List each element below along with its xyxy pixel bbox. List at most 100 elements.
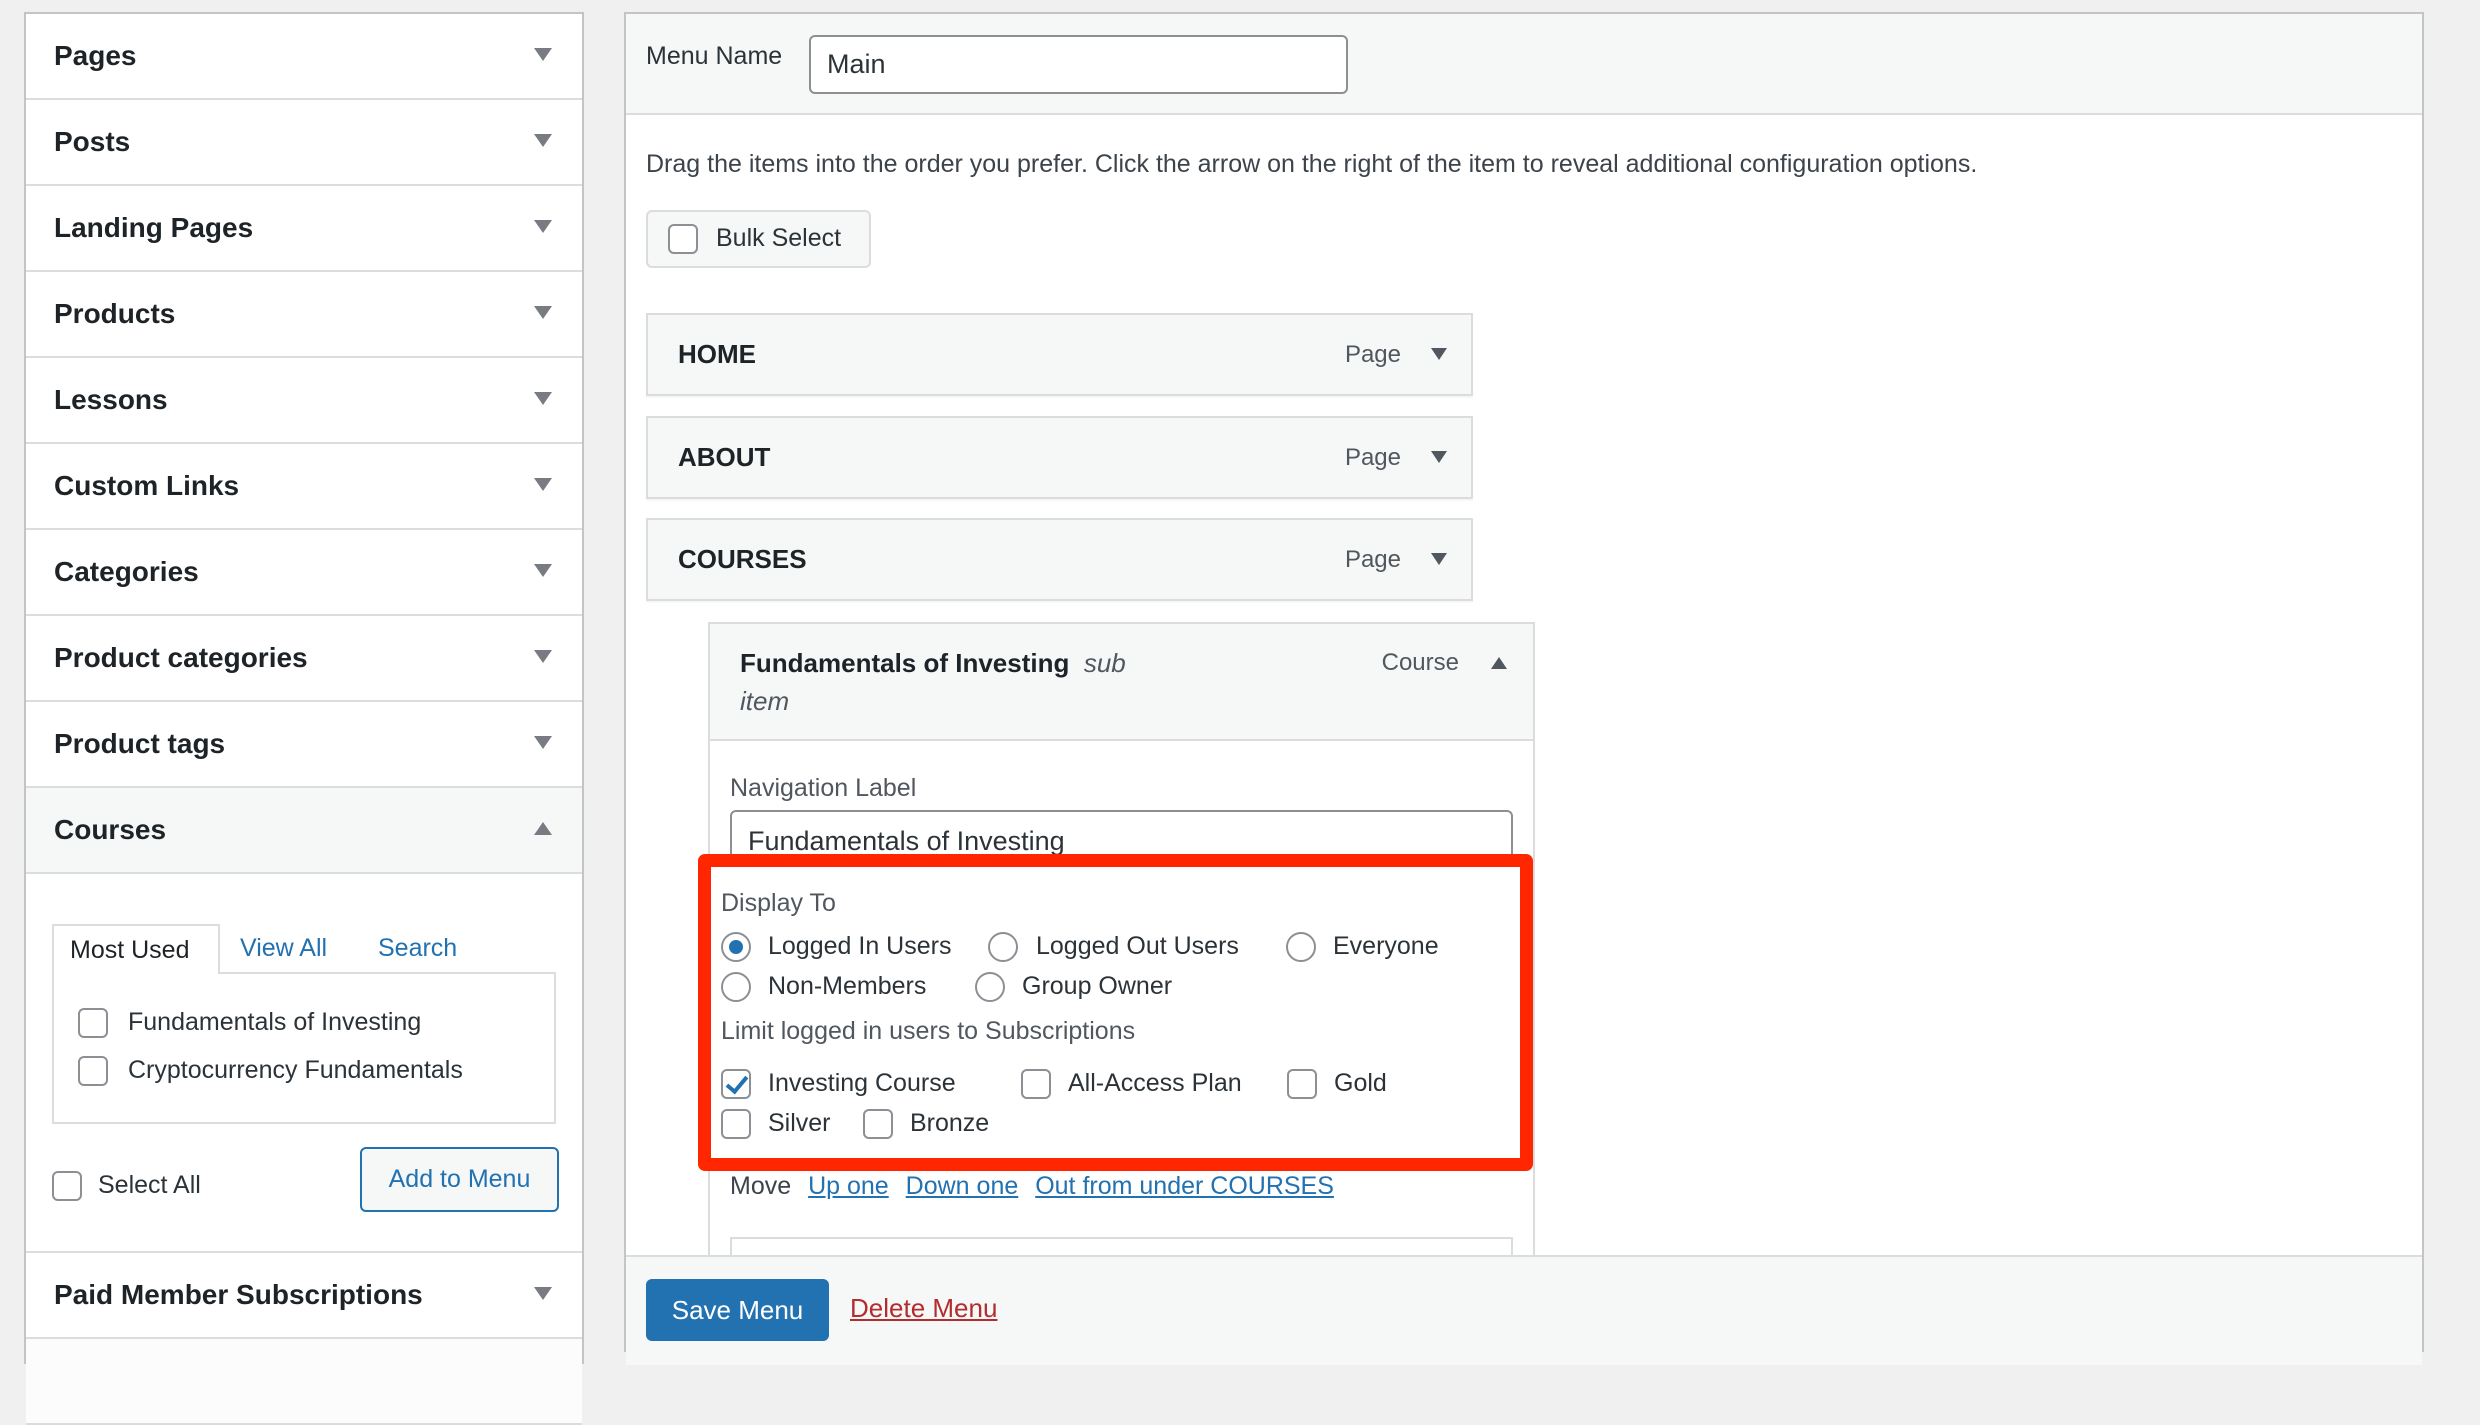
accordion-title: Posts xyxy=(54,126,131,157)
accordion-product-tags[interactable]: Product tags xyxy=(26,702,582,788)
accordion-custom-links[interactable]: Custom Links xyxy=(26,444,582,530)
radio-label: Logged Out Users xyxy=(1036,932,1239,960)
accordion-title: Categories xyxy=(54,556,199,587)
menu-item-courses[interactable]: COURSES Page xyxy=(646,518,1473,601)
subscription-label: Bronze xyxy=(910,1109,990,1137)
accordion-title: Courses xyxy=(54,814,167,845)
instructions-text: Drag the items into the order you prefer… xyxy=(646,150,1978,178)
sub-item-header[interactable]: Fundamentals of Investing sub item Cours… xyxy=(710,624,1533,741)
menu-item-type: Page xyxy=(1344,341,1401,368)
course-label: Cryptocurrency Fundamentals xyxy=(128,1056,463,1084)
menu-item-title: ABOUT xyxy=(678,442,771,472)
subscription-label: Investing Course xyxy=(768,1069,956,1097)
tab-view-all[interactable]: View All xyxy=(240,924,327,972)
move-down-one-link[interactable]: Down one xyxy=(906,1172,1019,1200)
subscription-label: Silver xyxy=(768,1109,831,1137)
accordion-product-categories[interactable]: Product categories xyxy=(26,616,582,702)
sub-item-title: Fundamentals of Investing sub item xyxy=(740,644,1160,720)
radio-everyone[interactable] xyxy=(1286,932,1316,962)
accordion-title: Product tags xyxy=(54,728,226,759)
radio-label: Everyone xyxy=(1333,932,1439,960)
menu-item-title: HOME xyxy=(678,339,756,369)
chevron-up-icon[interactable] xyxy=(534,822,552,835)
menu-item-home[interactable]: HOME Page xyxy=(646,313,1473,396)
menu-header: Menu Name Main xyxy=(626,14,2422,115)
accordion-courses[interactable]: Courses xyxy=(26,788,582,874)
chevron-down-icon[interactable] xyxy=(1431,451,1447,463)
courses-tabs: Most Used View All Search Fundamentals o… xyxy=(52,924,556,1124)
menu-item-about[interactable]: ABOUT Page xyxy=(646,416,1473,499)
chevron-down-icon[interactable] xyxy=(534,134,552,147)
radio-non-members[interactable] xyxy=(721,972,751,1002)
radio-logged-in-users[interactable] xyxy=(721,932,751,962)
limit-subscriptions-title: Limit logged in users to Subscriptions xyxy=(721,1017,1136,1045)
course-checkbox-crypto[interactable] xyxy=(78,1056,108,1086)
subscription-checkbox-bronze[interactable] xyxy=(863,1109,893,1139)
radio-label: Logged In Users xyxy=(768,932,952,960)
chevron-down-icon[interactable] xyxy=(534,306,552,319)
sub-item-name: Fundamentals of Investing xyxy=(740,648,1070,678)
menu-items-sidebar: Pages Posts Landing Pages Products Lesso… xyxy=(24,12,584,1425)
chevron-down-icon[interactable] xyxy=(1431,553,1447,565)
accordion-lessons[interactable]: Lessons xyxy=(26,358,582,444)
menu-name-input[interactable]: Main xyxy=(809,35,1348,94)
radio-label: Group Owner xyxy=(1022,972,1173,1000)
bulk-select-button[interactable]: Bulk Select xyxy=(646,210,871,268)
menu-item-type: Page xyxy=(1344,444,1401,471)
accordion-products[interactable]: Products xyxy=(26,272,582,358)
subscription-label: All-Access Plan xyxy=(1068,1069,1242,1097)
move-up-one-link[interactable]: Up one xyxy=(808,1172,889,1200)
select-all-checkbox[interactable] xyxy=(52,1171,82,1201)
accordion-categories[interactable]: Categories xyxy=(26,530,582,616)
accordion-title: Pages xyxy=(54,40,137,71)
chevron-down-icon[interactable] xyxy=(534,392,552,405)
bulk-select-label: Bulk Select xyxy=(716,224,842,252)
menu-footer: Save Menu Delete Menu xyxy=(626,1255,2422,1365)
course-checkbox-fundamentals[interactable] xyxy=(78,1008,108,1038)
accordion-pages[interactable]: Pages xyxy=(26,14,582,100)
delete-menu-link[interactable]: Delete Menu xyxy=(850,1293,997,1324)
radio-label: Non-Members xyxy=(768,972,927,1000)
course-label: Fundamentals of Investing xyxy=(128,1008,422,1036)
accordion-title: Lessons xyxy=(54,384,168,415)
move-label: Move xyxy=(730,1172,792,1200)
move-row: Move Up one Down one Out from under COUR… xyxy=(730,1172,1334,1201)
tab-search[interactable]: Search xyxy=(378,924,457,972)
subscription-label: Gold xyxy=(1334,1069,1387,1097)
subscription-checkbox-silver[interactable] xyxy=(721,1109,751,1139)
add-to-menu-button[interactable]: Add to Menu xyxy=(360,1147,559,1212)
menu-item-title: COURSES xyxy=(678,544,807,574)
accordion-landing-pages[interactable]: Landing Pages xyxy=(26,186,582,272)
subscription-checkbox-gold[interactable] xyxy=(1287,1069,1317,1099)
save-menu-button[interactable]: Save Menu xyxy=(646,1279,829,1341)
accordion-title: Custom Links xyxy=(54,470,240,501)
radio-group-owner[interactable] xyxy=(975,972,1005,1002)
chevron-down-icon[interactable] xyxy=(534,478,552,491)
chevron-up-icon[interactable] xyxy=(1491,657,1507,669)
accordion-title: Products xyxy=(54,298,176,329)
accordion-paid-member-subscriptions[interactable]: Paid Member Subscriptions xyxy=(26,1253,582,1339)
most-used-panel: Fundamentals of Investing Cryptocurrency… xyxy=(52,972,556,1124)
highlight-box: Display To Logged In Users Logged Out Us… xyxy=(698,854,1533,1171)
menu-name-label: Menu Name xyxy=(646,42,783,70)
chevron-down-icon[interactable] xyxy=(534,564,552,577)
accordion-posts[interactable]: Posts xyxy=(26,100,582,186)
subscription-checkbox-investing-course[interactable] xyxy=(721,1069,751,1099)
tab-most-used[interactable]: Most Used xyxy=(52,924,220,974)
accordion-title: Paid Member Subscriptions xyxy=(54,1279,423,1310)
subscription-checkbox-all-access-plan[interactable] xyxy=(1021,1069,1051,1099)
chevron-down-icon[interactable] xyxy=(534,1287,552,1300)
chevron-down-icon[interactable] xyxy=(534,220,552,233)
chevron-down-icon[interactable] xyxy=(1431,348,1447,360)
bulk-select-checkbox[interactable] xyxy=(668,224,698,254)
accordion-title: Product categories xyxy=(54,642,308,673)
radio-logged-out-users[interactable] xyxy=(988,932,1018,962)
move-out-from-under-link[interactable]: Out from under COURSES xyxy=(1035,1172,1334,1200)
navigation-label-title: Navigation Label xyxy=(730,774,917,802)
chevron-down-icon[interactable] xyxy=(534,650,552,663)
chevron-down-icon[interactable] xyxy=(534,736,552,749)
chevron-down-icon[interactable] xyxy=(534,48,552,61)
display-to-title: Display To xyxy=(721,889,836,917)
courses-panel: Most Used View All Search Fundamentals o… xyxy=(26,874,582,1253)
menu-item-type: Page xyxy=(1344,546,1401,573)
